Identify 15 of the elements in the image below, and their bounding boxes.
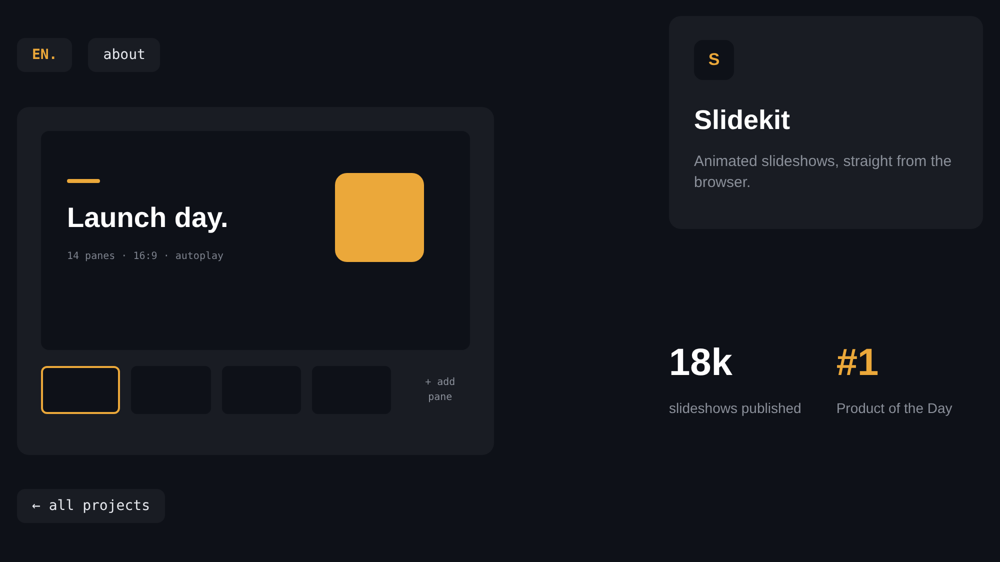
accent-bar (67, 179, 100, 183)
about-link[interactable]: about (88, 38, 160, 72)
back-button[interactable]: ← all projects (17, 489, 166, 523)
stat-label: slideshows published (669, 399, 802, 418)
add-pane-button[interactable]: + add pane (410, 375, 470, 405)
app-logo: S (694, 40, 734, 80)
app-name: Slidekit (694, 104, 792, 137)
stat-value: 18k (669, 344, 734, 382)
app-tagline: Animated slideshows, straight from the browser. (694, 152, 953, 192)
stat-value: #1 (836, 344, 880, 382)
slide-meta: 14 panes · 16:9 · autoplay (67, 250, 225, 264)
language-button[interactable]: EN. (17, 38, 72, 72)
stat-label: Product of the Day (836, 399, 952, 418)
slide-title: Launch day. (67, 201, 228, 235)
pane-thumbnail[interactable] (41, 366, 120, 414)
